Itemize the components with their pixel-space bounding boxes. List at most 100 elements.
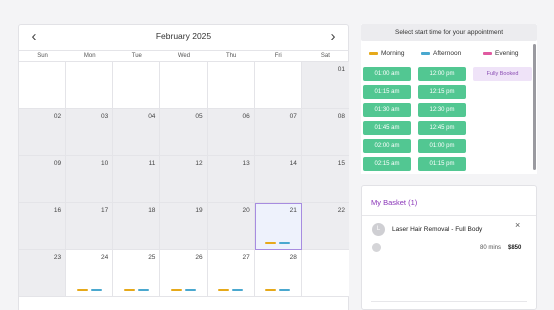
calendar-day[interactable]: 01 [301, 62, 349, 109]
availability-marks [255, 289, 301, 291]
day-number: 24 [101, 254, 109, 261]
calendar-day[interactable]: 18 [113, 203, 161, 250]
calendar-cell-empty [66, 62, 114, 109]
morning-slot-button[interactable]: 01:30 am [363, 103, 411, 117]
afternoon-slot-button[interactable]: 01:00 pm [418, 139, 466, 153]
day-number: 28 [289, 254, 297, 261]
calendar-day[interactable]: 26 [160, 250, 208, 297]
calendar-day[interactable]: 07 [254, 109, 302, 156]
calendar-day[interactable]: 20 [207, 203, 255, 250]
day-number: 16 [53, 207, 62, 214]
afternoon-availability-mark [184, 289, 196, 291]
afternoon-slot-button[interactable]: 12:00 pm [418, 67, 466, 81]
legend-evening: Evening [483, 50, 519, 57]
morning-slot-button[interactable]: 01:00 am [363, 67, 411, 81]
calendar-day[interactable]: 14 [254, 156, 302, 203]
day-number: 05 [195, 113, 203, 120]
calendar-cell-empty [113, 62, 161, 109]
afternoon-slots: 12:00 pm 12:15 pm 12:30 pm 12:45 pm 01:00 pm… [418, 67, 466, 171]
avatar: L [372, 223, 385, 236]
calendar-day[interactable]: 27 [207, 250, 255, 297]
day-number: 19 [195, 207, 203, 214]
day-number: 23 [53, 254, 62, 261]
legend-morning: Morning [369, 50, 404, 57]
weekday-label: Tue [131, 53, 142, 59]
calendar-day[interactable]: 25 [113, 250, 161, 297]
calendar-day[interactable]: 22 [301, 203, 349, 250]
calendar-cell-empty [19, 62, 67, 109]
staff-avatar [372, 243, 381, 252]
day-number: 18 [148, 207, 156, 214]
calendar-day[interactable]: 21 [254, 203, 302, 250]
calendar-day[interactable]: 09 [19, 156, 67, 203]
calendar-day[interactable]: 15 [301, 156, 349, 203]
morning-slots: 01:00 am 01:15 am 01:30 am 01:45 am 02:00 am… [363, 67, 411, 171]
availability-marks [66, 289, 112, 291]
calendar-day[interactable]: 02 [19, 109, 67, 156]
availability-marks [255, 242, 301, 244]
weekday-label: Fri [274, 53, 282, 59]
basket-item-name: Laser Hair Removal - Full Body [392, 226, 483, 233]
afternoon-slot-button[interactable]: 01:15 pm [418, 157, 466, 171]
day-number: 21 [289, 207, 297, 214]
morning-slot-button[interactable]: 01:15 am [363, 85, 411, 99]
calendar-day[interactable]: 04 [113, 109, 161, 156]
day-number: 06 [242, 113, 250, 120]
basket-divider-bottom [371, 301, 527, 302]
afternoon-slot-button[interactable]: 12:30 pm [418, 103, 466, 117]
calendar-day[interactable]: 08 [301, 109, 349, 156]
evening-bar-icon [483, 52, 492, 55]
availability-marks [113, 289, 159, 291]
day-number: 27 [242, 254, 250, 261]
day-number: 22 [337, 207, 345, 214]
legend-afternoon-label: Afternoon [433, 50, 462, 57]
morning-slot-button[interactable]: 01:45 am [363, 121, 411, 135]
availability-marks [160, 289, 206, 291]
calendar-header: ‹ February 2025 › [19, 25, 348, 49]
slot-scroll-thumb[interactable] [533, 44, 536, 170]
calendar-day[interactable]: 10 [66, 156, 114, 203]
calendar-day[interactable]: 13 [207, 156, 255, 203]
day-number: 11 [148, 160, 156, 167]
calendar-day[interactable]: 12 [160, 156, 208, 203]
calendar-cell-empty [301, 250, 349, 297]
basket-title: My Basket (1) [371, 198, 418, 207]
weekday-header: Sun Mon Tue Wed Thu Fri Sat [19, 50, 349, 62]
weekday-label: Mon [83, 53, 96, 59]
afternoon-availability-mark [279, 242, 291, 244]
afternoon-slot-button[interactable]: 12:15 pm [418, 85, 466, 99]
weekday-label: Sun [37, 53, 48, 59]
morning-slot-button[interactable]: 02:15 am [363, 157, 411, 171]
day-number: 08 [337, 113, 345, 120]
morning-availability-mark [170, 289, 182, 291]
calendar-day[interactable]: 19 [160, 203, 208, 250]
morning-availability-mark [76, 289, 88, 291]
availability-marks [208, 289, 254, 291]
calendar-day[interactable]: 06 [207, 109, 255, 156]
day-number: 03 [101, 113, 109, 120]
chevron-right-icon[interactable]: › [324, 28, 342, 46]
morning-slot-button[interactable]: 02:00 am [363, 139, 411, 153]
calendar-day[interactable]: 28 [254, 250, 302, 297]
day-number: 17 [101, 207, 109, 214]
slot-scrollbar[interactable] [533, 44, 537, 170]
calendar-day[interactable]: 03 [66, 109, 114, 156]
day-number: 10 [101, 160, 109, 167]
close-icon[interactable]: × [515, 220, 520, 230]
day-number: 14 [289, 160, 297, 167]
morning-availability-mark [218, 289, 230, 291]
basket-card: My Basket (1) L Laser Hair Removal - Ful… [361, 185, 537, 310]
legend-afternoon: Afternoon [421, 50, 461, 57]
day-number: 02 [53, 113, 62, 120]
weekday-label: Wed [177, 53, 191, 59]
calendar-day[interactable]: 05 [160, 109, 208, 156]
legend-evening-label: Evening [495, 50, 519, 57]
calendar-day[interactable]: 17 [66, 203, 114, 250]
legend-morning-label: Morning [381, 50, 405, 57]
calendar-day[interactable]: 23 [19, 250, 67, 297]
afternoon-availability-mark [279, 289, 291, 291]
afternoon-slot-button[interactable]: 12:45 pm [418, 121, 466, 135]
calendar-day[interactable]: 16 [19, 203, 67, 250]
calendar-day[interactable]: 24 [66, 250, 114, 297]
calendar-day[interactable]: 11 [113, 156, 161, 203]
